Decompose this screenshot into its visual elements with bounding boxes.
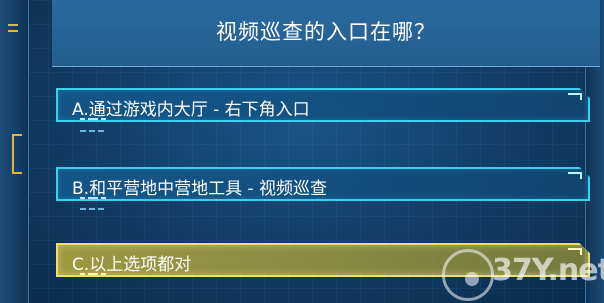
question-panel: 视频巡查的入口在哪？ xyxy=(52,0,600,67)
left-frame-rail xyxy=(0,0,29,303)
corner-tab-decoration xyxy=(568,93,582,100)
logo-dot xyxy=(465,272,479,286)
watermark-text: 37Y.net xyxy=(492,253,604,288)
rail-notch xyxy=(12,134,22,174)
site-watermark: 37Y.net xyxy=(436,241,604,303)
rail-mark xyxy=(8,24,18,26)
dash-decoration xyxy=(80,118,106,121)
option-b-button[interactable]: B.和平营地中营地工具 - 视频巡查 xyxy=(56,167,590,201)
option-a-label: A.通过游戏内大厅 - 右下角入口 xyxy=(72,100,310,120)
dash-decoration xyxy=(80,197,106,200)
dash-decoration xyxy=(80,273,106,276)
37y-logo-icon xyxy=(442,249,494,301)
rail-mark xyxy=(8,30,18,32)
corner-tab-decoration xyxy=(568,172,582,179)
option-a-button[interactable]: A.通过游戏内大厅 - 右下角入口 xyxy=(56,88,590,122)
dash-decoration xyxy=(80,130,104,132)
option-b-label: B.和平营地中营地工具 - 视频巡查 xyxy=(72,179,328,199)
dash-decoration xyxy=(80,208,104,210)
question-text: 视频巡查的入口在哪？ xyxy=(216,20,436,44)
option-c-label: C.以上选项都对 xyxy=(72,255,192,275)
